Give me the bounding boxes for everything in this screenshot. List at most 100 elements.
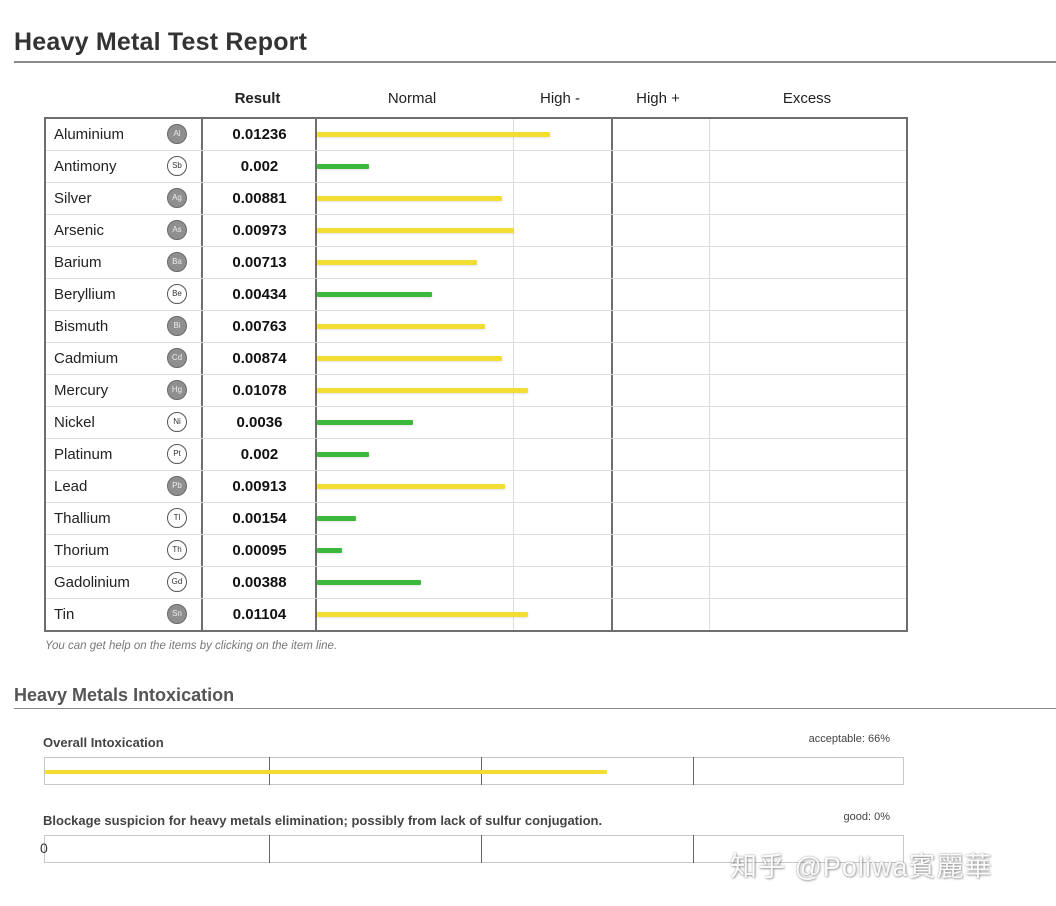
element-symbol-icon: Pb bbox=[167, 476, 187, 496]
title-divider bbox=[14, 61, 1056, 63]
watermark: 知乎 @Poliwa賓麗華 bbox=[730, 852, 993, 882]
table-row[interactable]: Bismuth Bi 0.00763 bbox=[46, 311, 906, 343]
metal-name: Platinum bbox=[54, 446, 113, 463]
metal-name: Lead bbox=[54, 478, 88, 495]
section-title-intoxication: Heavy Metals Intoxication bbox=[14, 685, 235, 705]
metal-result-value: 0.01078 bbox=[232, 382, 287, 399]
overall-intoxication-fill bbox=[45, 770, 607, 774]
metal-result-value: 0.00434 bbox=[232, 286, 287, 303]
metal-result-value: 0.01104 bbox=[232, 606, 287, 623]
metal-result-value: 0.00881 bbox=[232, 190, 287, 207]
table-row[interactable]: Lead Pb 0.00913 bbox=[46, 471, 906, 503]
table-row[interactable]: Thorium Th 0.00095 bbox=[46, 535, 906, 567]
metal-name: Tin bbox=[54, 606, 75, 623]
table-row[interactable]: Cadmium Cd 0.00874 bbox=[46, 343, 906, 375]
blockage-suspicion-label: Blockage suspicion for heavy metals elim… bbox=[43, 813, 603, 828]
table-row[interactable]: Aluminium Al 0.01236 bbox=[46, 119, 906, 151]
element-symbol-icon: Cd bbox=[167, 348, 187, 368]
metal-level-bar bbox=[317, 164, 369, 169]
help-note: You can get help on the items by clickin… bbox=[45, 640, 338, 652]
metal-name: Cadmium bbox=[54, 350, 119, 367]
overall-intoxication-meter bbox=[44, 757, 904, 785]
element-symbol-icon: Al bbox=[167, 124, 187, 144]
element-symbol-icon: Th bbox=[167, 540, 187, 560]
metal-level-bar bbox=[317, 484, 505, 489]
metal-name: Thallium bbox=[54, 510, 111, 527]
element-symbol-icon: Hg bbox=[167, 380, 187, 400]
column-header-high-plus: High + bbox=[636, 90, 680, 107]
table-row[interactable]: Thallium Tl 0.00154 bbox=[46, 503, 906, 535]
metal-level-bar bbox=[317, 292, 432, 297]
heavy-metal-table: Aluminium Al 0.01236 Antimony Sb 0.002 Silver A… bbox=[44, 117, 908, 632]
metal-result-value: 0.0036 bbox=[236, 414, 283, 431]
metal-level-bar bbox=[317, 388, 528, 393]
metal-name: Bismuth bbox=[54, 318, 109, 335]
metal-result-value: 0.00913 bbox=[232, 478, 287, 495]
metal-level-bar bbox=[317, 260, 477, 265]
metal-name: Silver bbox=[54, 190, 92, 207]
metal-name: Arsenic bbox=[54, 222, 105, 239]
overall-intoxication-label: Overall Intoxication bbox=[43, 735, 164, 750]
table-row[interactable]: Tin Sn 0.01104 bbox=[46, 599, 906, 631]
element-symbol-icon: Bi bbox=[167, 316, 187, 336]
metal-level-bar bbox=[317, 612, 528, 617]
metal-name: Nickel bbox=[54, 414, 95, 431]
section-divider bbox=[14, 708, 1056, 709]
element-symbol-icon: Sn bbox=[167, 604, 187, 624]
metal-name: Mercury bbox=[54, 382, 109, 399]
metal-result-value: 0.00763 bbox=[232, 318, 287, 335]
metal-name: Antimony bbox=[54, 158, 117, 175]
element-symbol-icon: As bbox=[167, 220, 187, 240]
metal-result-value: 0.01236 bbox=[232, 126, 287, 143]
metal-result-value: 0.00874 bbox=[232, 350, 287, 367]
metal-name: Barium bbox=[54, 254, 102, 271]
metal-level-bar bbox=[317, 356, 502, 361]
element-symbol-icon: Sb bbox=[167, 156, 187, 176]
table-row[interactable]: Arsenic As 0.00973 bbox=[46, 215, 906, 247]
table-row[interactable]: Platinum Pt 0.002 bbox=[46, 439, 906, 471]
column-header-result: Result bbox=[234, 90, 281, 107]
metal-name: Thorium bbox=[54, 542, 110, 559]
metal-level-bar bbox=[317, 324, 485, 329]
meter-divider bbox=[693, 835, 694, 863]
metal-level-bar bbox=[317, 196, 502, 201]
table-row[interactable]: Mercury Hg 0.01078 bbox=[46, 375, 906, 407]
column-header-high-minus: High - bbox=[539, 90, 580, 107]
metal-level-bar bbox=[317, 516, 356, 521]
element-symbol-icon: Ba bbox=[167, 252, 187, 272]
element-symbol-icon: Tl bbox=[167, 508, 187, 528]
page-title: Heavy Metal Test Report bbox=[14, 28, 308, 56]
overall-intoxication-status: acceptable: 66% bbox=[808, 733, 890, 745]
table-row[interactable]: Antimony Sb 0.002 bbox=[46, 151, 906, 183]
metal-result-value: 0.00973 bbox=[232, 222, 287, 239]
element-symbol-icon: Ni bbox=[167, 412, 187, 432]
table-row[interactable]: Silver Ag 0.00881 bbox=[46, 183, 906, 215]
metal-name: Gadolinium bbox=[54, 574, 130, 591]
table-row[interactable]: Barium Ba 0.00713 bbox=[46, 247, 906, 279]
blockage-zero-marker: 0 bbox=[40, 840, 48, 856]
metal-result-value: 0.00388 bbox=[232, 574, 287, 591]
metal-level-bar bbox=[317, 228, 514, 233]
column-header-excess: Excess bbox=[782, 90, 832, 107]
metal-result-value: 0.002 bbox=[240, 446, 279, 463]
metal-result-value: 0.00154 bbox=[232, 510, 287, 527]
table-row[interactable]: Beryllium Be 0.00434 bbox=[46, 279, 906, 311]
meter-divider bbox=[481, 835, 482, 863]
metal-result-value: 0.00095 bbox=[232, 542, 287, 559]
metal-level-bar bbox=[317, 420, 413, 425]
metal-level-bar bbox=[317, 548, 342, 553]
metal-result-value: 0.002 bbox=[240, 158, 279, 175]
table-row[interactable]: Gadolinium Gd 0.00388 bbox=[46, 567, 906, 599]
table-row[interactable]: Nickel Ni 0.0036 bbox=[46, 407, 906, 439]
meter-divider bbox=[269, 835, 270, 863]
element-symbol-icon: Gd bbox=[167, 572, 187, 592]
meter-divider bbox=[693, 757, 694, 785]
metal-level-bar bbox=[317, 580, 421, 585]
metal-result-value: 0.00713 bbox=[232, 254, 287, 271]
element-symbol-icon: Pt bbox=[167, 444, 187, 464]
metal-level-bar bbox=[317, 452, 369, 457]
metal-name: Beryllium bbox=[54, 286, 116, 303]
element-symbol-icon: Ag bbox=[167, 188, 187, 208]
metal-level-bar bbox=[317, 132, 550, 137]
metal-name: Aluminium bbox=[54, 126, 125, 143]
